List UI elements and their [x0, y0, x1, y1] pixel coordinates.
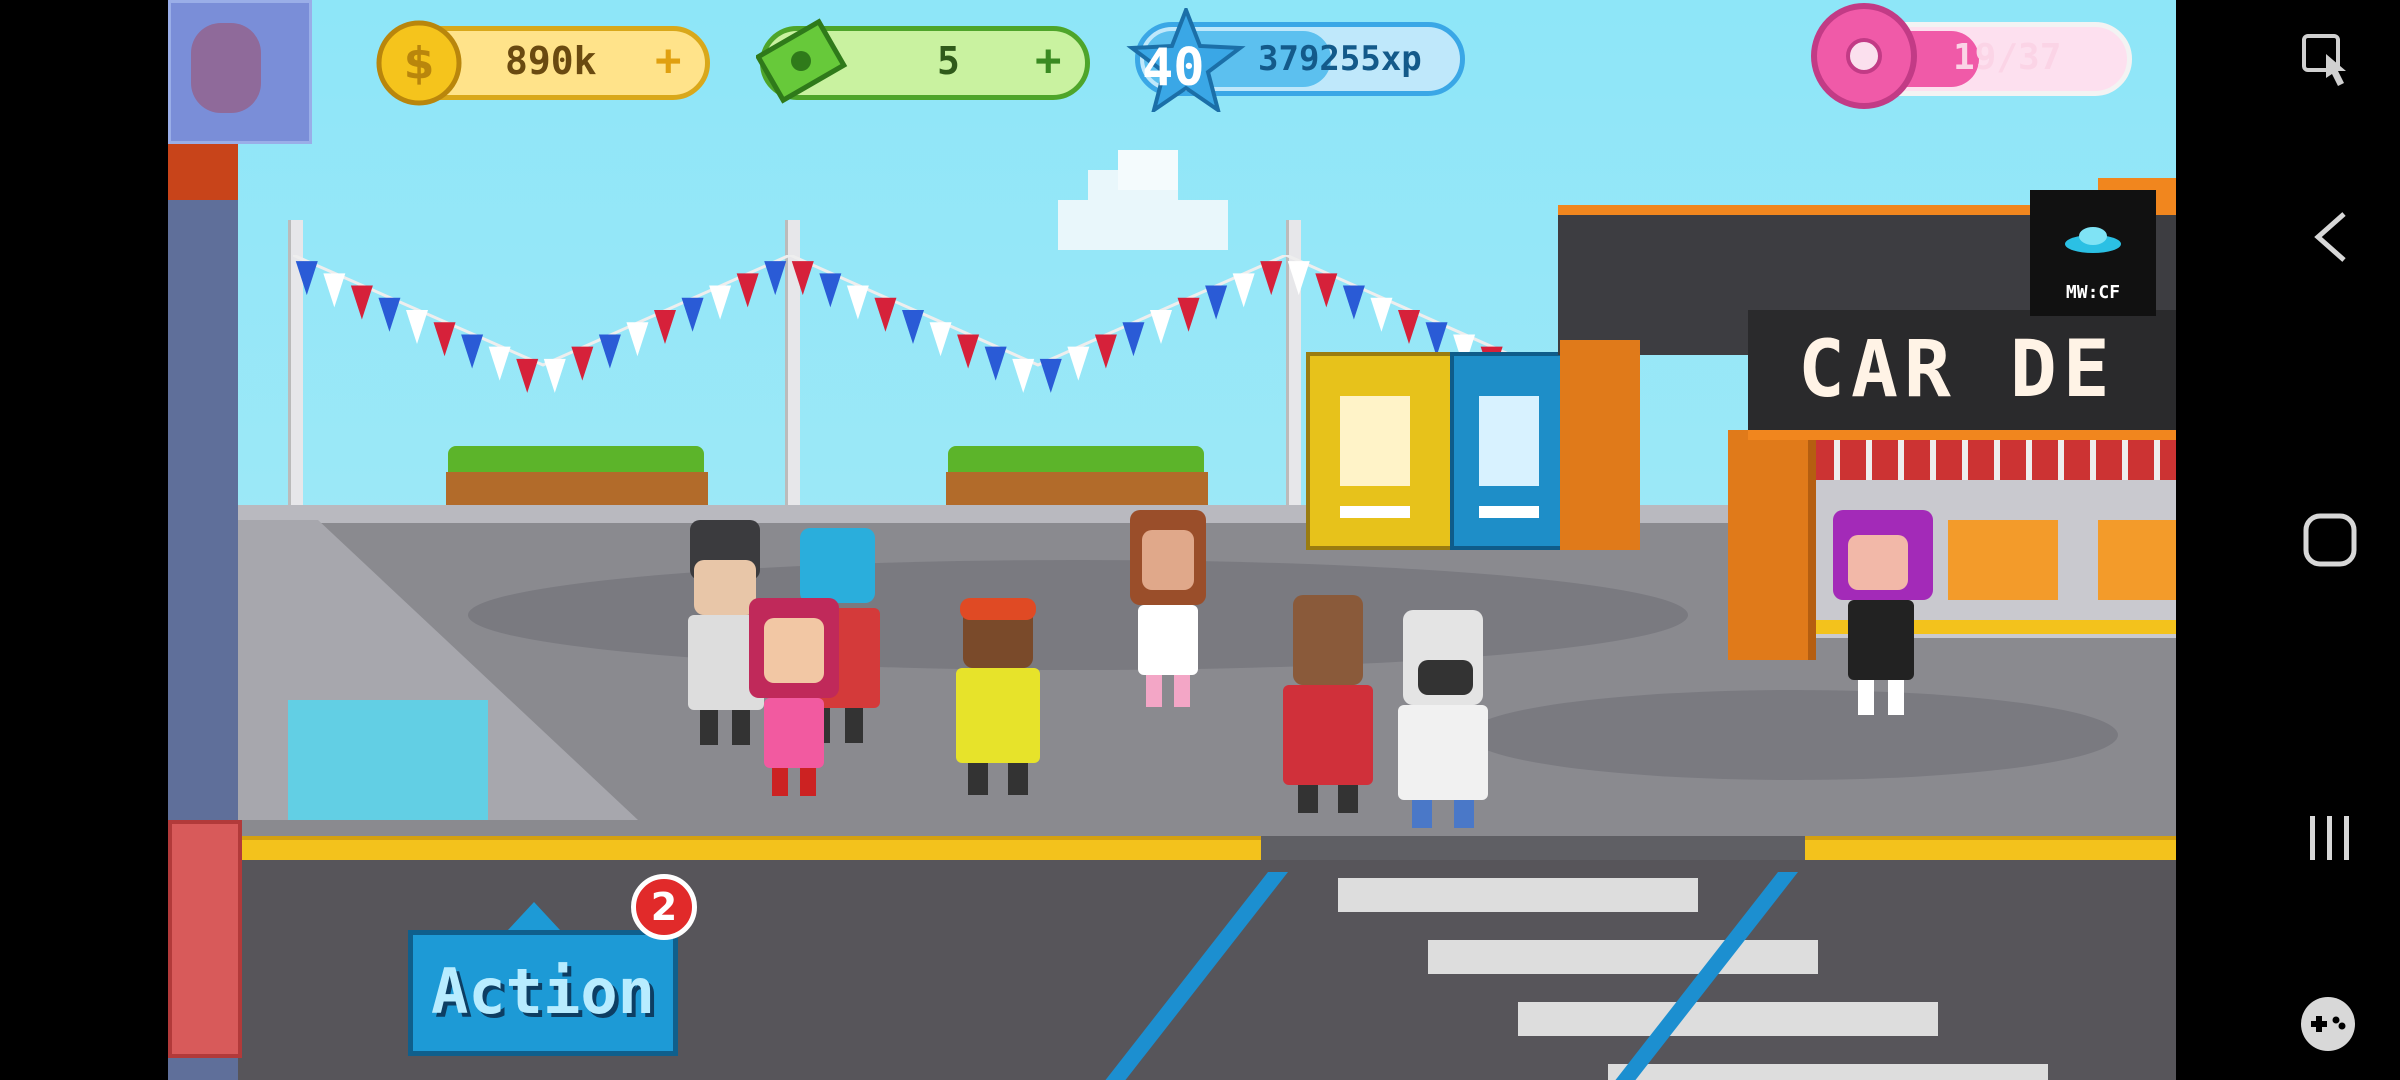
bunting-flag: [571, 346, 594, 381]
bunting-flag: [461, 334, 484, 369]
bunting-flag: [626, 322, 649, 357]
bunting-flag: [1315, 273, 1338, 308]
character-brown-hair-woman[interactable]: [1118, 510, 1218, 710]
bunting-flag: [709, 285, 732, 320]
bunting-flag: [1287, 261, 1310, 296]
character-purple-hair-girl[interactable]: [1828, 510, 1938, 720]
crosswalk-stripe: [1518, 1002, 1938, 1036]
dealership-window-strip: [1808, 440, 2176, 480]
bunting-flag: [1094, 334, 1117, 369]
bunting-flag: [598, 334, 621, 369]
ground-shadow: [468, 560, 1688, 670]
bunting-flag: [488, 346, 511, 381]
add-coins-icon[interactable]: +: [655, 35, 682, 86]
bunting-flag: [1205, 285, 1228, 320]
character-spiky-hair-guy[interactable]: [1278, 595, 1378, 815]
bunting-flag: [1232, 273, 1255, 308]
vending-machine-blue[interactable]: [1450, 352, 1578, 550]
system-nav-bar: [2176, 0, 2400, 1080]
bunting-flag: [984, 346, 1007, 381]
bunting-flag: [1012, 358, 1035, 393]
action-button[interactable]: Action: [408, 930, 678, 1056]
dealership-logo-text: MW:CF: [2065, 282, 2121, 303]
dealership-pillar: [1560, 340, 1640, 550]
svg-text:$: $: [404, 38, 435, 89]
water: [288, 700, 488, 820]
dealership-sign-text: CAR DE: [1798, 325, 2116, 415]
bunting-flag: [791, 261, 814, 296]
bunting-flag: [902, 310, 924, 344]
bunting-flag: [1039, 358, 1062, 393]
bunting-flag: [957, 334, 980, 369]
curb-yellow: [238, 836, 1261, 862]
action-badge: 2: [631, 874, 697, 940]
character-pink-hair-girl[interactable]: [744, 598, 844, 798]
action-button-label: Action: [431, 955, 655, 1028]
bunting-flag: [819, 273, 842, 308]
crosswalk-stripe: [1428, 940, 1818, 974]
bunting-flag: [1260, 261, 1283, 296]
bunting-flag: [1342, 285, 1365, 320]
dealership-pillar: [1728, 430, 1816, 660]
bunting-flag: [846, 285, 869, 320]
bunting-flag: [516, 358, 539, 393]
ground-shadow: [1468, 690, 2118, 780]
dealership-sign[interactable]: CAR DE: [1748, 310, 2176, 440]
bunting-flag: [323, 273, 346, 308]
bunting-flag: [350, 285, 373, 320]
level-value: 40: [1142, 38, 1205, 98]
hand-cursor-icon[interactable]: [2300, 32, 2358, 90]
action-arrow: [508, 902, 560, 930]
dealership-logo[interactable]: MW:CF: [2030, 190, 2156, 316]
coin-icon: $: [376, 20, 462, 106]
bunting-flag: [378, 297, 401, 332]
back-icon[interactable]: [2310, 210, 2350, 264]
bunting-flag: [681, 297, 704, 332]
cloud: [1058, 150, 1228, 250]
cash-icon: [756, 18, 848, 104]
bunting-flag: [764, 261, 787, 296]
cash-value: 5: [937, 39, 960, 83]
bunting-flag: [874, 297, 897, 332]
game-viewport[interactable]: CAR DE MW:CF Action 2: [168, 0, 2176, 1080]
bunting-flag: [406, 310, 428, 344]
crosswalk-stripe: [1338, 878, 1698, 912]
bunting-flag: [433, 322, 456, 357]
bunting-flag: [295, 261, 318, 296]
bunting-flag: [654, 310, 676, 344]
bunting-flag: [543, 358, 566, 393]
curb-yellow: [1805, 836, 2176, 862]
coins-value: 890k: [505, 39, 597, 83]
donut-value: 19/37: [1953, 37, 2062, 78]
left-panel-red: [168, 820, 242, 1058]
bunting-flag: [1177, 297, 1200, 332]
ufo-icon: [2065, 227, 2121, 253]
curb-gray: [1261, 836, 1811, 862]
bunting-flag: [1370, 297, 1393, 332]
gamepad-icon[interactable]: [2298, 994, 2358, 1054]
bunting-flag: [1122, 322, 1145, 357]
bunting-flag: [929, 322, 952, 357]
character-bandana-guy[interactable]: [948, 598, 1048, 798]
vending-machine-yellow[interactable]: [1306, 352, 1454, 550]
bunting-flag: [1067, 346, 1090, 381]
dealership-counter: [1948, 520, 2058, 600]
character-white-helmet-guy[interactable]: [1388, 610, 1498, 830]
bunting-flag: [1398, 310, 1420, 344]
xp-value: 379255xp: [1258, 39, 1422, 79]
donut-icon: [1811, 3, 1917, 109]
dealership-counter: [2098, 520, 2176, 600]
crosswalk-stripe: [1608, 1064, 2048, 1080]
bunting-flag: [736, 273, 759, 308]
avatar[interactable]: [168, 0, 312, 144]
left-letterbox: [0, 0, 168, 1080]
add-cash-icon[interactable]: +: [1035, 35, 1062, 86]
recents-icon[interactable]: [2304, 812, 2356, 864]
home-icon[interactable]: [2302, 512, 2358, 568]
bunting-flag: [1150, 310, 1172, 344]
